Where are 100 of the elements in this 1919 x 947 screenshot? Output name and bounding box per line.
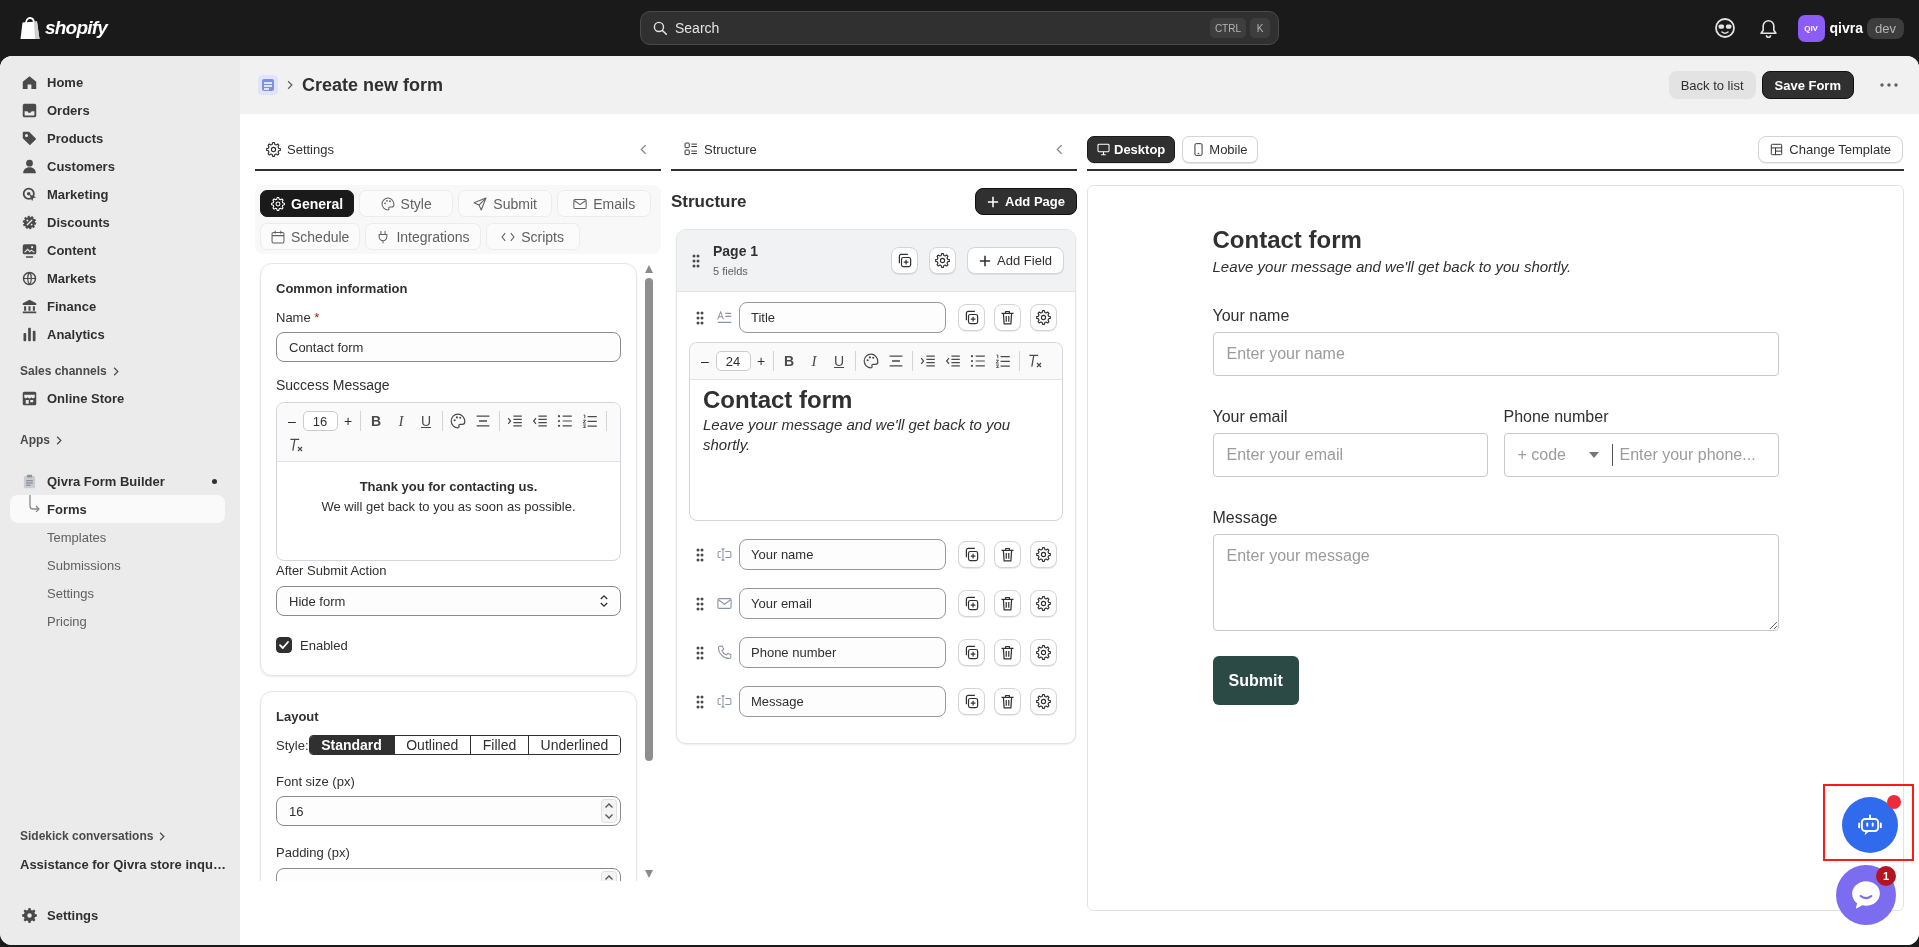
decrease-size-button[interactable]: –	[699, 351, 711, 371]
search-field[interactable]: Search CTRL K	[640, 11, 1279, 45]
bold-button[interactable]: B	[781, 351, 797, 371]
tab[interactable]: General	[260, 190, 355, 217]
delete-button[interactable]	[994, 590, 1021, 617]
bulleted-list-icon[interactable]	[970, 353, 986, 369]
nav-item[interactable]: Products	[10, 124, 225, 152]
duplicate-button[interactable]	[958, 590, 985, 617]
delete-button[interactable]	[994, 688, 1021, 715]
increase-size-button[interactable]: +	[342, 411, 354, 431]
chevron-left-icon[interactable]	[1056, 143, 1063, 155]
settings-button[interactable]	[1030, 688, 1057, 715]
nav-subitem[interactable]: Templates	[10, 523, 225, 551]
align-center-icon[interactable]	[475, 413, 491, 429]
settings-button[interactable]	[1030, 541, 1057, 568]
drag-handle-icon[interactable]	[696, 596, 704, 611]
nav-subitem[interactable]: Submissions	[10, 551, 225, 579]
add-page-button[interactable]: Add Page	[975, 188, 1077, 215]
more-icon[interactable]	[1880, 83, 1898, 87]
delete-button[interactable]	[994, 639, 1021, 666]
view-tab[interactable]: Desktop	[1087, 135, 1176, 163]
email-field[interactable]: Enter your email	[1212, 433, 1488, 477]
text-field[interactable]: Enter your name	[1212, 332, 1779, 376]
nav-item[interactable]: Content	[10, 236, 225, 264]
drag-handle-icon[interactable]	[696, 547, 704, 562]
clear-format-icon[interactable]	[1027, 353, 1043, 369]
drag-handle-icon[interactable]	[692, 253, 700, 268]
view-tab[interactable]: Mobile	[1182, 135, 1258, 163]
outdent-icon[interactable]	[532, 413, 548, 429]
nav-subitem[interactable]: Settings	[10, 579, 225, 607]
outdent-icon[interactable]	[945, 353, 961, 369]
store-name[interactable]: qivra	[1829, 20, 1864, 36]
bell-icon[interactable]	[1758, 18, 1778, 38]
textarea-field[interactable]: Enter your message	[1212, 534, 1779, 631]
store-avatar[interactable]: QIV	[1797, 14, 1825, 42]
chevron-left-icon[interactable]	[640, 143, 647, 155]
underline-button[interactable]: U	[831, 351, 847, 371]
tab[interactable]: Scripts	[485, 223, 580, 250]
face-with-glasses-icon[interactable]	[1714, 18, 1735, 38]
tab[interactable]: Submit	[458, 190, 553, 217]
nav-subitem[interactable]: Pricing	[10, 607, 225, 635]
add-field-button[interactable]: Add Field	[967, 247, 1064, 274]
drag-handle-icon[interactable]	[696, 645, 704, 660]
delete-button[interactable]	[994, 304, 1021, 331]
stepper-icon[interactable]	[601, 799, 617, 823]
nav-item[interactable]: Discounts	[10, 208, 225, 236]
align-center-icon[interactable]	[888, 353, 904, 369]
field-label-input[interactable]: Your name	[739, 539, 946, 570]
after-submit-select[interactable]: Hide form	[276, 586, 621, 616]
font-size-field[interactable]: 24	[715, 351, 751, 371]
field-label-input[interactable]: Message	[739, 686, 946, 717]
conversation-item[interactable]: Assistance for Qivra store inqu…	[10, 850, 225, 878]
bulleted-list-icon[interactable]	[557, 413, 573, 429]
section-heading[interactable]: Sales channels	[10, 359, 225, 383]
numbered-list-icon[interactable]	[582, 413, 598, 429]
indent-icon[interactable]	[507, 413, 523, 429]
section-heading[interactable]: Apps	[10, 428, 225, 452]
back-button[interactable]: Back to list	[1668, 71, 1756, 99]
clear-format-icon[interactable]	[288, 437, 304, 453]
drag-handle-icon[interactable]	[696, 694, 704, 709]
field-label-input[interactable]: Your email	[739, 588, 946, 619]
checkbox[interactable]	[276, 637, 292, 653]
change-template-button[interactable]: Change Template	[1758, 135, 1903, 163]
decrease-size-button[interactable]: –	[286, 411, 298, 431]
palette-icon[interactable]	[863, 353, 879, 369]
duplicate-button[interactable]	[958, 541, 985, 568]
underline-button[interactable]: U	[418, 411, 434, 431]
nav-item[interactable]: Settings	[10, 901, 225, 929]
settings-button[interactable]	[1030, 304, 1057, 331]
palette-icon[interactable]	[450, 413, 466, 429]
settings-button[interactable]	[1030, 639, 1057, 666]
indent-icon[interactable]	[920, 353, 936, 369]
field-label-input[interactable]: Phone number	[739, 637, 946, 668]
italic-button[interactable]: I	[806, 351, 822, 371]
segment-option[interactable]: Standard	[309, 736, 395, 754]
duplicate-button[interactable]	[958, 688, 985, 715]
settings-button[interactable]	[1030, 590, 1057, 617]
font-size-field[interactable]: 16	[302, 411, 338, 431]
font-size-field[interactable]: 16	[276, 796, 621, 826]
duplicate-button[interactable]	[891, 247, 919, 274]
save-button[interactable]: Save Form	[1761, 71, 1854, 99]
nav-item[interactable]: Analytics	[10, 320, 225, 348]
drag-handle-icon[interactable]	[696, 310, 704, 325]
form-app-icon[interactable]	[258, 75, 278, 95]
settings-button[interactable]	[929, 247, 957, 274]
nav-item[interactable]: Customers	[10, 152, 225, 180]
nav-item[interactable]: Home	[10, 68, 225, 96]
field-label-input[interactable]: Title	[739, 302, 946, 333]
tab[interactable]: Schedule	[260, 223, 361, 250]
submit-button[interactable]: Submit	[1212, 656, 1299, 705]
nav-item[interactable]: Finance	[10, 292, 225, 320]
rich-text-editor[interactable]: – 24 + B I U Contact form Leave your message and we'll get back to you shortly.	[689, 342, 1063, 521]
nav-item[interactable]: Online Store	[10, 384, 225, 412]
nav-item[interactable]: Orders	[10, 96, 225, 124]
section-heading[interactable]: Sidekick conversations	[10, 824, 225, 848]
tab[interactable]: Style	[359, 190, 454, 217]
tab[interactable]: Emails	[557, 190, 652, 217]
nav-item[interactable]: Qivra Form Builder	[10, 467, 225, 495]
nav-item[interactable]: Markets	[10, 264, 225, 292]
bold-button[interactable]: B	[368, 411, 384, 431]
